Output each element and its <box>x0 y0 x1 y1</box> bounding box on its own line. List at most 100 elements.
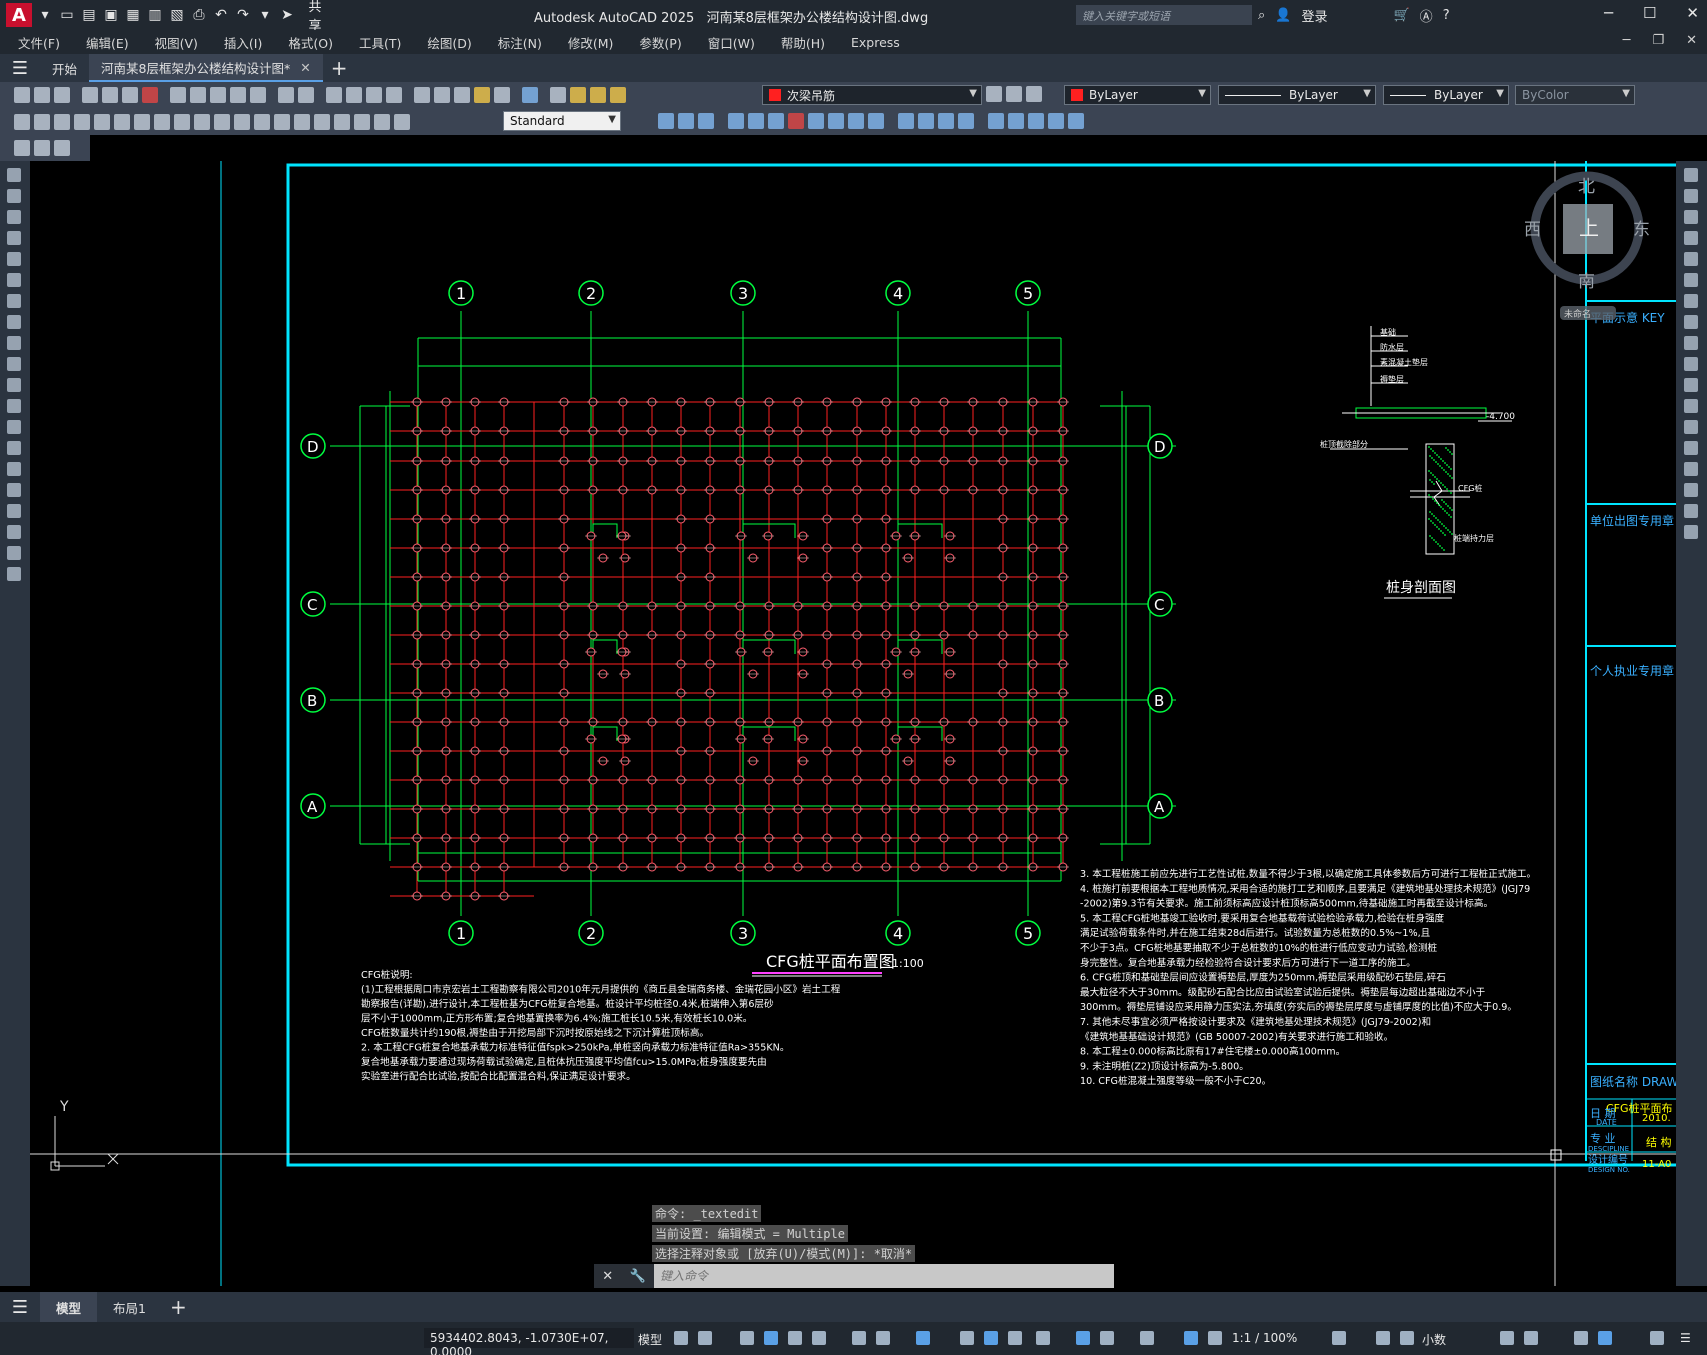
maximize-icon[interactable]: ☐ <box>1643 4 1656 22</box>
construction-line-icon[interactable] <box>7 189 21 203</box>
units-icon[interactable] <box>1400 1331 1414 1345</box>
copy-icon[interactable] <box>190 87 206 103</box>
dim-break-icon[interactable] <box>254 113 270 130</box>
new-icon[interactable]: ▭ <box>58 7 76 23</box>
share-icon[interactable]: ➤ <box>278 7 296 23</box>
offset-icon[interactable] <box>698 113 714 129</box>
help-icon[interactable]: ? <box>1443 8 1450 23</box>
aligned-dim-icon[interactable] <box>34 113 50 130</box>
tolerance-icon[interactable] <box>274 113 290 130</box>
scale-icon[interactable] <box>1684 315 1698 329</box>
close-tab-icon[interactable]: ✕ <box>300 60 310 75</box>
menu-item[interactable]: 工具(T) <box>359 33 401 52</box>
join-icon[interactable] <box>1684 441 1698 455</box>
autodesk-app-icon[interactable]: Ⓐ <box>1420 6 1433 25</box>
zoom-window-icon[interactable] <box>366 87 382 103</box>
polygon-icon[interactable] <box>7 231 21 245</box>
viewcube-north[interactable]: 北 <box>1578 177 1595 197</box>
coordinates-readout[interactable]: 5934402.8043, -1.0730E+07, 0.0000 <box>424 1328 634 1355</box>
break-icon[interactable] <box>898 113 914 129</box>
3d-print-icon[interactable] <box>142 87 158 103</box>
mirror-icon[interactable] <box>1684 210 1698 224</box>
save-as-icon[interactable]: ▦ <box>124 7 142 23</box>
baseline-dim-icon[interactable] <box>194 113 210 130</box>
mirror-icon[interactable] <box>678 113 694 129</box>
undo-icon[interactable]: ↶ <box>212 7 230 23</box>
autocad-logo[interactable]: A <box>6 3 32 27</box>
dynamic-ucs-icon[interactable] <box>1076 1331 1090 1345</box>
chamfer-icon[interactable] <box>1684 462 1698 476</box>
command-input[interactable] <box>654 1265 1114 1287</box>
break-at-point-icon[interactable] <box>1684 399 1698 413</box>
gizmo-icon[interactable] <box>1140 1331 1154 1345</box>
sheet-set-icon[interactable] <box>474 87 490 103</box>
linetype-dropdown[interactable]: ByLayer ▼ <box>1218 85 1376 105</box>
trim-icon[interactable] <box>848 113 864 129</box>
share-button[interactable]: 共享 <box>306 0 324 34</box>
stretch-icon[interactable] <box>828 113 844 129</box>
polyline-icon[interactable] <box>7 210 21 224</box>
bulb-icon[interactable] <box>570 87 586 103</box>
annotation-scale[interactable]: 1:1 / 100% <box>1232 1331 1297 1345</box>
color-dropdown[interactable]: ByLayer ▼ <box>1064 85 1211 105</box>
lock-ui-icon[interactable] <box>1524 1331 1538 1345</box>
dropdown-icon[interactable]: ▾ <box>36 7 54 23</box>
jogged-dim-icon[interactable] <box>114 113 130 130</box>
add-selected-icon[interactable] <box>7 567 21 581</box>
array-icon[interactable] <box>728 113 744 129</box>
grid-icon[interactable] <box>674 1331 688 1345</box>
annotation-monitor-icon[interactable] <box>1376 1331 1390 1345</box>
linear-dim-icon[interactable] <box>14 113 30 130</box>
layout-menu-icon[interactable]: ☰ <box>0 1297 40 1318</box>
tab-layout1[interactable]: 布局1 <box>97 1292 162 1322</box>
chamfer-icon[interactable] <box>938 113 954 129</box>
user-icon[interactable]: 👤 <box>1275 8 1291 23</box>
tool-palettes-icon[interactable] <box>454 87 470 103</box>
doc-minimize-icon[interactable]: ─ <box>1623 33 1631 48</box>
search-input[interactable]: 键入关键字或短语 <box>1076 5 1252 25</box>
arc-icon[interactable] <box>7 273 21 287</box>
drawing-canvas[interactable]: 1122334455DDCCBBAA 基础 防水层 素混凝土垫层 褥垫层 -4.… <box>30 161 1676 1286</box>
3d-osnap-icon[interactable] <box>1036 1331 1050 1345</box>
explode-icon[interactable] <box>988 113 1004 129</box>
make-block-icon[interactable] <box>7 420 21 434</box>
layer-state-icon[interactable] <box>1026 86 1042 102</box>
fillet-icon[interactable] <box>958 113 974 129</box>
open-icon[interactable]: ▤ <box>80 7 98 23</box>
spline-icon[interactable] <box>7 336 21 350</box>
menu-item[interactable]: 文件(F) <box>18 33 60 52</box>
doc-close-icon[interactable]: ✕ <box>1686 33 1697 48</box>
help-icon[interactable] <box>522 87 538 103</box>
wcs-menu[interactable]: 未命名 <box>1564 308 1591 320</box>
tab-document[interactable]: 河南某8层框架办公楼结构设计图* ✕ <box>89 54 323 82</box>
dim-space-icon[interactable] <box>234 113 250 130</box>
arc-length-icon[interactable] <box>54 113 70 130</box>
menu-item[interactable]: 修改(M) <box>568 33 614 52</box>
close-icon[interactable]: ✕ <box>602 1269 613 1284</box>
block-attr-icon[interactable] <box>54 140 70 156</box>
open-web-icon[interactable]: ▥ <box>146 7 164 23</box>
dim-text-edit-icon[interactable] <box>374 113 390 130</box>
object-snap-tracking-icon[interactable] <box>876 1331 890 1345</box>
doc-restore-icon[interactable]: ❐ <box>1652 33 1664 48</box>
region-icon[interactable] <box>7 504 21 518</box>
multiline-text-icon[interactable] <box>7 546 21 560</box>
lineweight-dropdown[interactable]: ByLayer ▼ <box>1383 85 1509 105</box>
table-icon[interactable] <box>7 525 21 539</box>
draworder-icon[interactable] <box>1008 113 1024 129</box>
blend-icon[interactable] <box>1684 504 1698 518</box>
units-dropdown[interactable]: 小数 <box>1422 1331 1446 1348</box>
point-icon[interactable] <box>7 441 21 455</box>
model-space-toggle[interactable]: 模型 <box>638 1331 662 1348</box>
redo-icon[interactable] <box>298 87 314 103</box>
menu-item[interactable]: 格式(O) <box>288 33 333 52</box>
selection-cycling-icon[interactable] <box>1008 1331 1022 1345</box>
polar-icon[interactable] <box>812 1331 826 1345</box>
viewcube-south[interactable]: 南 <box>1578 272 1595 292</box>
redo-icon[interactable]: ↷ <box>234 7 252 23</box>
array-icon[interactable] <box>1684 252 1698 266</box>
properties-icon[interactable] <box>414 87 430 103</box>
calculator-icon[interactable] <box>494 87 510 103</box>
menu-item[interactable]: 插入(I) <box>224 33 262 52</box>
new-icon[interactable] <box>14 87 30 103</box>
